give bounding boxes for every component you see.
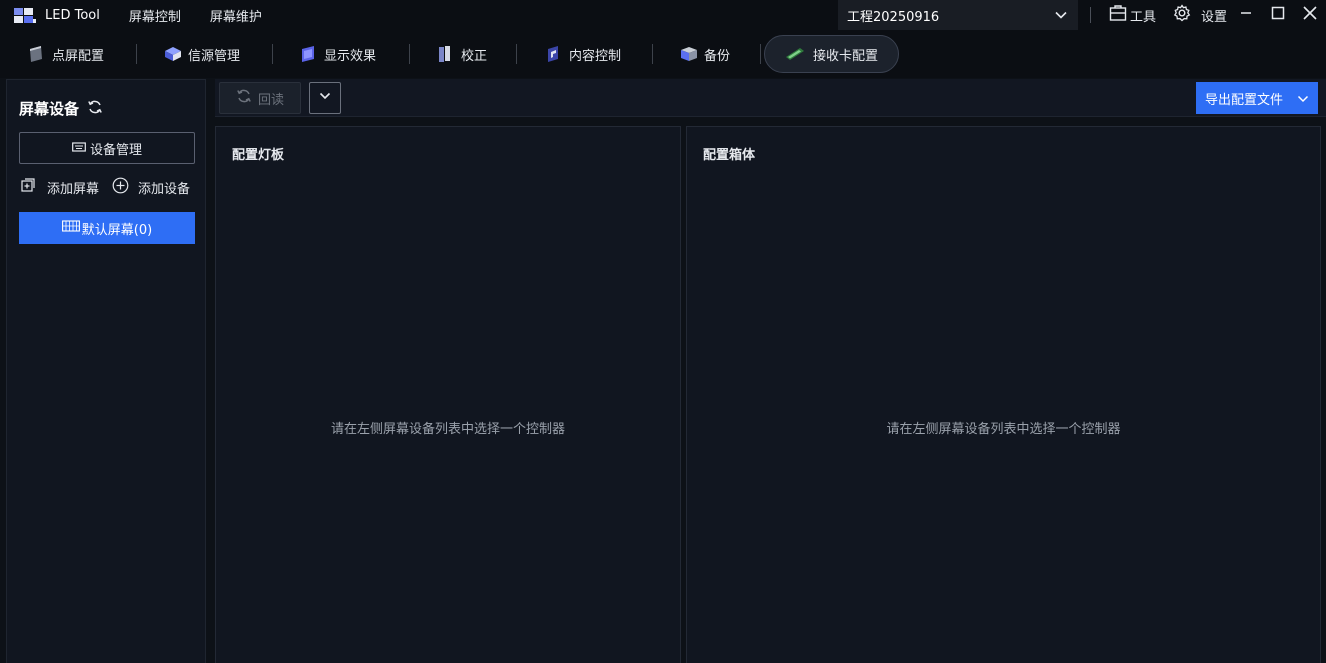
device-management-button[interactable]: 设备管理 xyxy=(19,132,195,164)
tools-button[interactable]: 工具 xyxy=(1109,0,1156,30)
config-led-board-panel: 配置灯板 请在左侧屏幕设备列表中选择一个控制器 xyxy=(215,126,681,663)
sidebar-header: 屏幕设备 xyxy=(19,98,103,119)
maximize-icon xyxy=(1271,6,1285,24)
calibration-icon xyxy=(437,45,453,63)
add-screen-button[interactable]: 添加屏幕 xyxy=(21,177,99,197)
tab-label: 备份 xyxy=(704,48,731,64)
readback-label: 回读 xyxy=(257,92,284,108)
add-device-label: 添加设备 xyxy=(138,181,191,197)
refresh-icon[interactable] xyxy=(87,99,103,119)
project-name: 工程20250916 xyxy=(847,9,940,25)
export-config-button[interactable]: 导出配置文件 xyxy=(1196,82,1318,114)
menu-screen-maintenance[interactable]: 屏幕维护 xyxy=(210,6,262,25)
export-config-label: 导出配置文件 xyxy=(1205,92,1284,108)
tab-screen-config[interactable]: 点屏配置 xyxy=(28,35,104,73)
settings-label: 设置 xyxy=(1201,9,1228,25)
menu-screen-control[interactable]: 屏幕控制 xyxy=(129,6,181,25)
close-button[interactable] xyxy=(1300,5,1320,25)
tab-divider xyxy=(272,44,273,64)
refresh-icon xyxy=(236,88,252,108)
title-bar-divider xyxy=(1090,7,1091,23)
minimize-button[interactable] xyxy=(1236,5,1256,25)
tab-label: 接收卡配置 xyxy=(813,48,879,64)
chevron-down-icon xyxy=(1296,92,1310,110)
maximize-button[interactable] xyxy=(1268,5,1288,25)
tab-backup[interactable]: 备份 xyxy=(680,35,730,73)
chevron-down-icon xyxy=(318,89,332,107)
main-tab-bar: 点屏配置 信源管理 显示效果 校正 内容控制 备份 接收卡配置 xyxy=(0,31,1326,78)
tab-label: 点屏配置 xyxy=(52,48,105,64)
tab-label: 显示效果 xyxy=(324,48,377,64)
add-screen-icon xyxy=(21,178,35,196)
source-icon xyxy=(164,45,181,63)
tab-calibration[interactable]: 校正 xyxy=(437,35,487,73)
led-tool-logo-icon xyxy=(14,7,36,24)
tab-label: 信源管理 xyxy=(188,48,241,64)
readback-button[interactable]: 回读 xyxy=(219,82,301,114)
tab-divider xyxy=(516,44,517,64)
tab-receiving-card-config[interactable]: 接收卡配置 xyxy=(764,35,900,73)
empty-state-text: 请在左侧屏幕设备列表中选择一个控制器 xyxy=(886,422,1121,437)
panel-title: 配置箱体 xyxy=(703,148,756,163)
panel-title: 配置灯板 xyxy=(232,148,285,163)
minimize-icon xyxy=(1239,6,1253,24)
empty-state-text: 请在左侧屏幕设备列表中选择一个控制器 xyxy=(330,422,565,437)
app-logo: LED Tool xyxy=(14,0,100,31)
settings-button[interactable]: 设置 xyxy=(1173,0,1227,30)
plus-circle-icon xyxy=(112,177,129,198)
project-select[interactable]: 工程20250916 xyxy=(838,0,1078,30)
config-cabinet-panel: 配置箱体 请在左侧屏幕设备列表中选择一个控制器 xyxy=(686,126,1321,663)
content-control-icon xyxy=(545,45,561,63)
sidebar-title: 屏幕设备 xyxy=(19,100,80,118)
device-management-label: 设备管理 xyxy=(89,142,142,158)
tab-content-control[interactable]: 内容控制 xyxy=(545,35,621,73)
tools-label: 工具 xyxy=(1130,9,1157,25)
close-icon xyxy=(1302,5,1318,25)
toolbox-icon xyxy=(1109,4,1127,26)
tab-divider xyxy=(136,44,137,64)
tab-label: 内容控制 xyxy=(569,48,622,64)
tab-divider xyxy=(409,44,410,64)
display-effect-icon xyxy=(300,45,316,63)
title-bar: LED Tool 屏幕控制 屏幕维护 工程20250916 工具 设置 xyxy=(0,0,1326,31)
screen-list-item[interactable]: 默认屏幕(0) xyxy=(19,212,195,244)
tab-divider xyxy=(760,44,761,64)
chevron-down-icon xyxy=(1054,8,1068,26)
add-screen-label: 添加屏幕 xyxy=(47,181,100,197)
add-device-button[interactable]: 添加设备 xyxy=(112,177,190,197)
keyboard-icon xyxy=(72,141,86,156)
tab-display-effect[interactable]: 显示效果 xyxy=(300,35,376,73)
screen-grid-icon xyxy=(61,220,80,236)
screen-device-sidebar: 屏幕设备 设备管理 添加屏幕 添加设备 默认屏幕(0) xyxy=(6,79,206,663)
receiving-card-icon xyxy=(785,45,805,63)
screen-item-label: 默认屏幕(0) xyxy=(81,222,153,238)
backup-icon xyxy=(680,45,697,63)
tab-source-management[interactable]: 信源管理 xyxy=(164,35,240,73)
content-toolbar: 回读 导出配置文件 xyxy=(215,79,1326,117)
app-title: LED Tool xyxy=(45,8,100,23)
tab-divider xyxy=(652,44,653,64)
led-panel-icon xyxy=(28,45,44,63)
gear-icon xyxy=(1173,4,1191,26)
tab-label: 校正 xyxy=(461,48,488,64)
readback-dropdown-button[interactable] xyxy=(309,82,341,114)
